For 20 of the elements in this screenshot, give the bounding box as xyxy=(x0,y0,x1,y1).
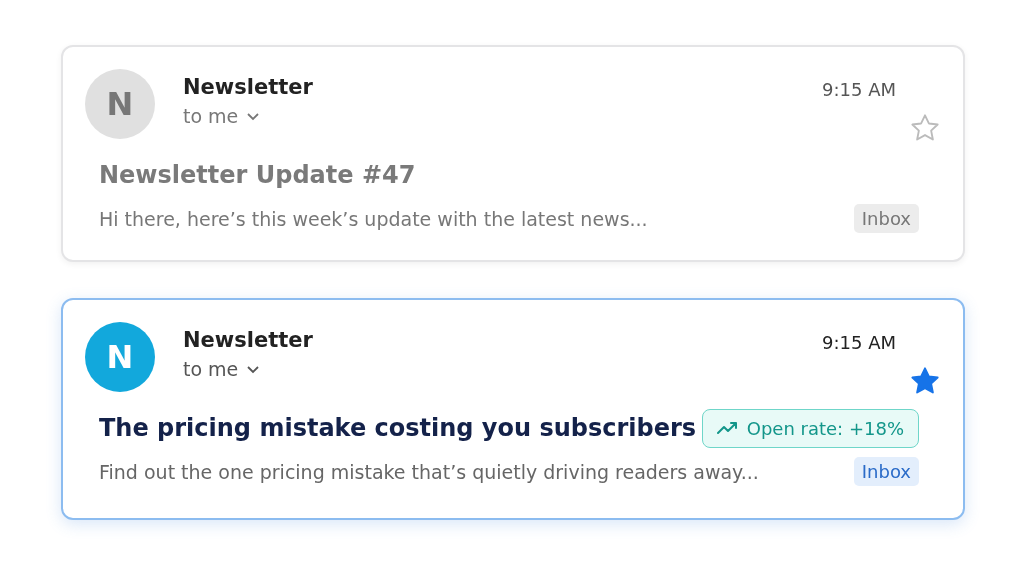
avatar: N xyxy=(85,322,155,392)
email-subject: Newsletter Update #47 xyxy=(99,161,416,189)
sender-name: Newsletter xyxy=(183,328,313,352)
trend-up-icon xyxy=(716,421,739,435)
inbox-label: Inbox xyxy=(853,204,919,233)
caret-icon xyxy=(246,364,261,374)
inbox-label: Inbox xyxy=(853,457,919,486)
badge-text: Open rate: +18% xyxy=(746,417,904,439)
email-card[interactable]: N Newsletter to me 9:15 AM Newsletter Update #47 Hi there, here’s this week’s update with the latest news... Inbox xyxy=(61,45,965,262)
email-snippet: Hi there, here’s this week’s update with the latest news... xyxy=(99,207,648,230)
email-subject: The pricing mistake costing you subscribers xyxy=(99,414,697,442)
email-card[interactable]: N Newsletter to me 9:15 AM The pricing mistake costing you subscribers Open rate: +18% Find out the one pricing mistake that’s quietly driving readers away... Inbox xyxy=(61,298,965,520)
recipient-toggle[interactable]: to me xyxy=(183,358,313,380)
timestamp: 9:15 AM xyxy=(822,79,896,100)
timestamp: 9:15 AM xyxy=(822,332,896,353)
recipient-toggle[interactable]: to me xyxy=(183,105,313,127)
email-snippet: Find out the one pricing mistake that’s quietly driving readers away... xyxy=(99,460,759,483)
caret-icon xyxy=(246,111,261,121)
sender-name: Newsletter xyxy=(183,75,313,99)
avatar: N xyxy=(85,69,155,139)
